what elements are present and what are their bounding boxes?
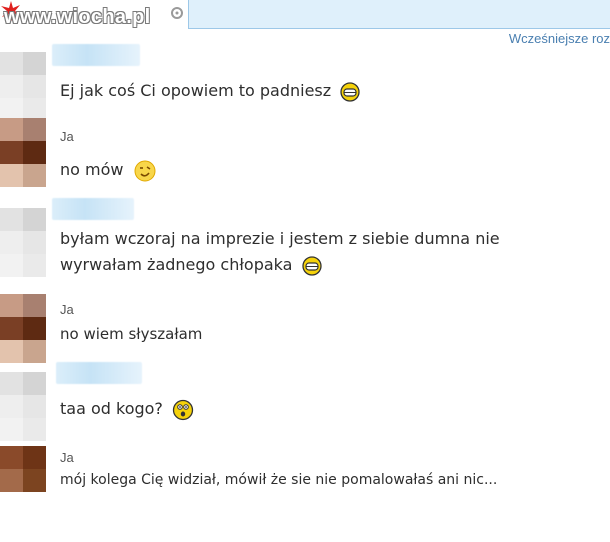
avatar [0, 446, 46, 492]
sender-name: Ja [60, 450, 74, 465]
grin-icon [340, 81, 360, 102]
message-text: byłam wczoraj na imprezie i jestem z sie… [60, 229, 500, 248]
avatar [0, 372, 46, 441]
wink-smile-icon [134, 160, 156, 181]
sender-name-blurred [52, 198, 134, 220]
sender-name: Ja [60, 302, 74, 317]
sender-name-blurred [56, 362, 142, 384]
sender-name-blurred [52, 44, 140, 66]
avatar [0, 208, 46, 277]
watermark: www.wiocha.pl [4, 6, 151, 28]
message-text: no wiem słyszałam [60, 325, 203, 343]
surprised-icon [172, 399, 194, 420]
avatar [0, 294, 46, 363]
avatar [0, 52, 46, 121]
avatar [0, 118, 46, 187]
grin-icon [301, 255, 322, 276]
message-input-box[interactable] [188, 0, 610, 29]
gear-icon [171, 7, 183, 19]
message-text-continued: wyrwałam żadnego chłopaka [60, 253, 322, 277]
message-text: Ej jak coś Ci opowiem to padniesz [60, 79, 360, 103]
message-text: no mów [60, 158, 157, 183]
message-text: taa od kogo? [60, 397, 194, 421]
sender-name: Ja [60, 129, 74, 144]
earlier-messages-link[interactable]: Wcześniejsze roz [509, 31, 610, 46]
message-text: mój kolega Cię widział, mówił że sie nie… [60, 472, 498, 488]
